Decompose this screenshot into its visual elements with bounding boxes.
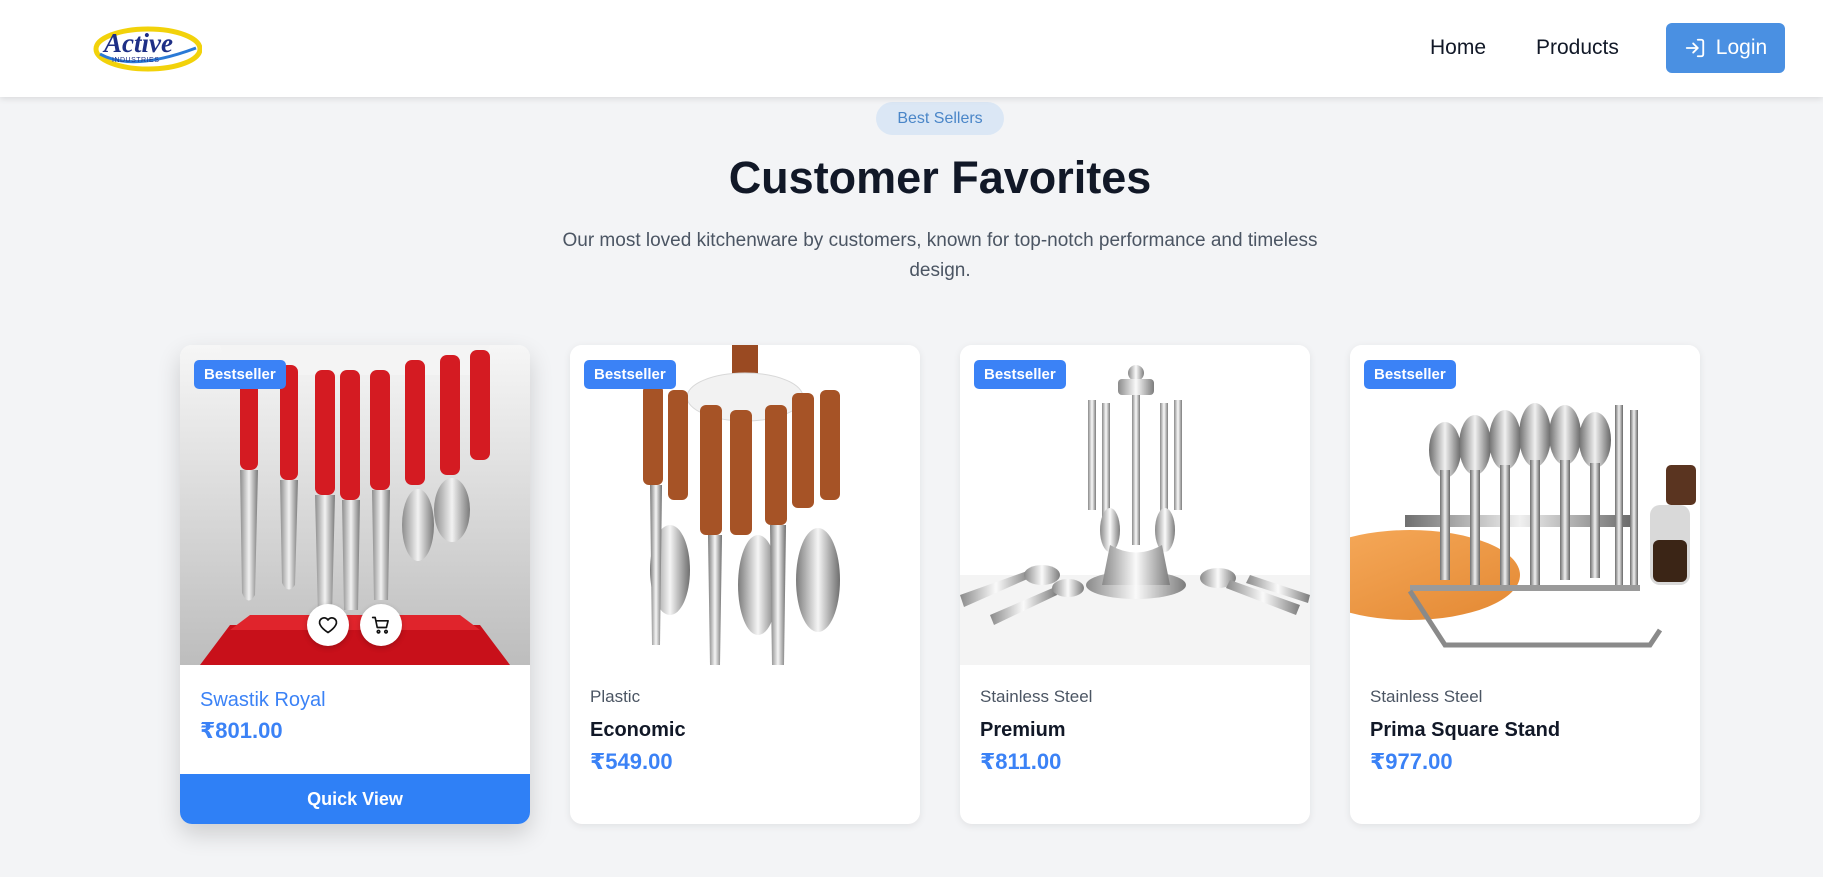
section-subtitle: Our most loved kitchenware by customers,…	[562, 230, 1318, 281]
bestseller-badge: Bestseller	[194, 360, 286, 389]
product-price: ₹549.00	[590, 749, 673, 774]
bestseller-badge: Bestseller	[1364, 360, 1456, 389]
product-card-economic[interactable]: Bestseller Plastic Economic ₹549.00	[570, 345, 920, 824]
product-card-prima-square-stand[interactable]: Bestseller Stainless Steel Prima Square …	[1350, 345, 1700, 824]
brand-logo[interactable]: Active INDUSTRIES	[92, 18, 203, 74]
product-card-premium[interactable]: Bestseller Stainless Steel Premium ₹811.…	[960, 345, 1310, 824]
product-price: ₹801.00	[200, 718, 283, 743]
product-card-swastik-royal[interactable]: Bestseller Swastik Royal ₹801.00 Quick V…	[180, 345, 530, 824]
product-image[interactable]: Bestseller	[1350, 345, 1700, 665]
product-image[interactable]: Bestseller	[180, 345, 530, 665]
quick-view-button[interactable]: Quick View	[180, 774, 530, 824]
cart-icon	[371, 616, 389, 634]
product-name[interactable]: Premium	[980, 719, 1066, 742]
heart-icon	[318, 617, 338, 634]
section-title: Customer Favorites	[728, 152, 1152, 203]
add-to-cart-button[interactable]	[360, 604, 402, 646]
product-category: Stainless Steel	[1370, 687, 1483, 706]
login-button[interactable]: Login	[1666, 23, 1785, 73]
best-sellers-pill: Best Sellers	[876, 102, 1004, 135]
product-name[interactable]: Swastik Royal	[200, 689, 326, 712]
product-name[interactable]: Economic	[590, 719, 686, 742]
product-image[interactable]: Bestseller	[570, 345, 920, 665]
product-image[interactable]: Bestseller	[960, 345, 1310, 665]
nav-products-link[interactable]: Products	[1536, 36, 1619, 60]
wishlist-button[interactable]	[307, 604, 349, 646]
product-category: Stainless Steel	[980, 687, 1093, 706]
product-name[interactable]: Prima Square Stand	[1370, 719, 1560, 742]
bestseller-badge: Bestseller	[584, 360, 676, 389]
navbar: Active INDUSTRIES Home Products Login	[0, 0, 1823, 97]
svg-text:INDUSTRIES: INDUSTRIES	[112, 57, 159, 64]
nav-home-link[interactable]: Home	[1430, 36, 1486, 60]
product-category: Plastic	[590, 687, 641, 706]
login-arrow-icon	[1685, 38, 1704, 58]
svg-text:Active: Active	[102, 28, 173, 58]
login-label: Login	[1715, 36, 1768, 59]
product-price: ₹811.00	[980, 749, 1062, 774]
bestseller-badge: Bestseller	[974, 360, 1066, 389]
product-price: ₹977.00	[1370, 749, 1453, 774]
